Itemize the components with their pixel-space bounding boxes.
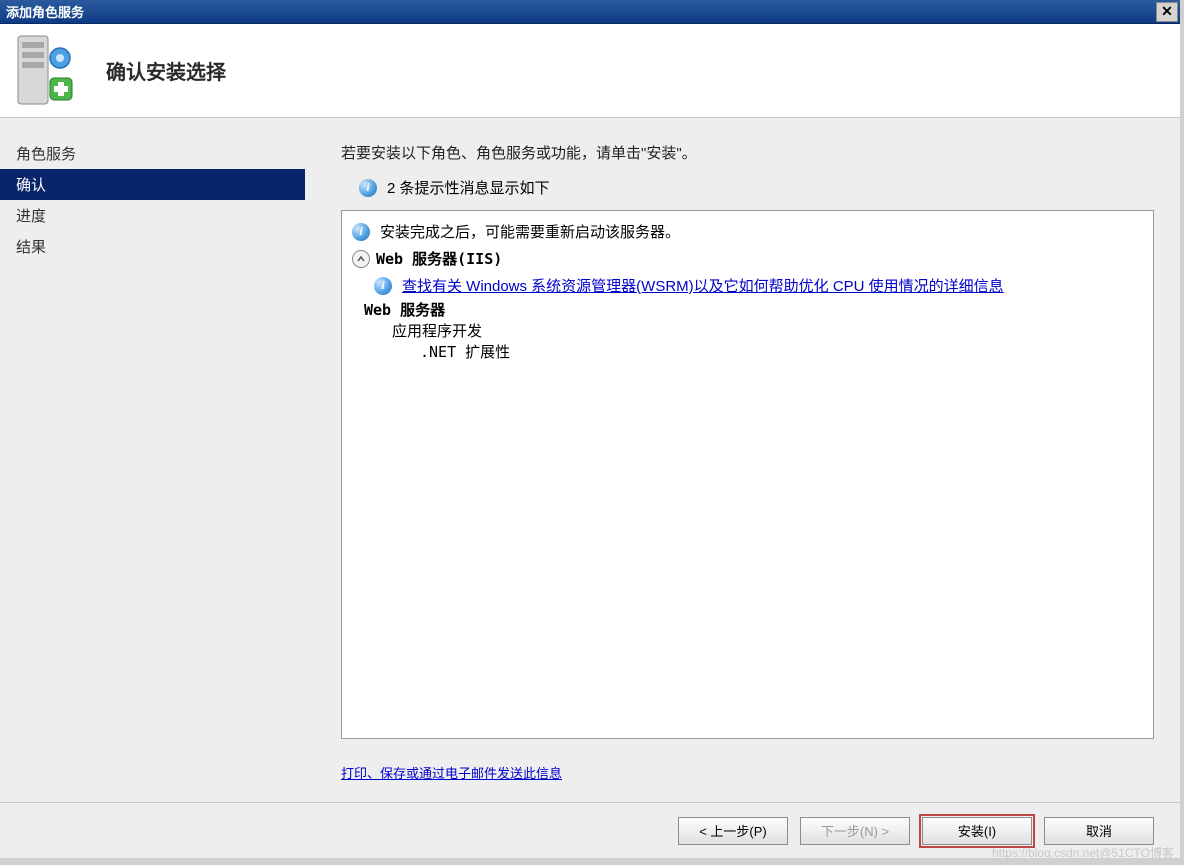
wizard-header: 确认安装选择 bbox=[0, 24, 1180, 118]
next-button: 下一步(N) > bbox=[800, 817, 910, 845]
sidebar-item-results[interactable]: 结果 bbox=[0, 231, 305, 262]
close-button[interactable]: ✕ bbox=[1156, 2, 1178, 22]
title-bar: 添加角色服务 ✕ bbox=[0, 0, 1180, 24]
wsrm-link-line: i 查找有关 Windows 系统资源管理器(WSRM)以及它如何帮助优化 CP… bbox=[374, 273, 1143, 300]
restart-notice-line: i 安装完成之后，可能需要重新启动该服务器。 bbox=[352, 219, 1143, 246]
export-link-row: 打印、保存或通过电子邮件发送此信息 bbox=[341, 763, 1154, 782]
selections-box: i 安装完成之后，可能需要重新启动该服务器。 Web 服务器(IIS) i 查找… bbox=[341, 210, 1154, 739]
sidebar-item-role-services[interactable]: 角色服务 bbox=[0, 138, 305, 169]
instruction-text: 若要安装以下角色、角色服务或功能，请单击"安装"。 bbox=[341, 142, 1154, 163]
info-icon: i bbox=[359, 179, 377, 197]
tree-app-dev: 应用程序开发 bbox=[392, 321, 1143, 342]
sidebar-item-progress[interactable]: 进度 bbox=[0, 200, 305, 231]
close-icon: ✕ bbox=[1161, 3, 1173, 20]
iis-heading-line: Web 服务器(IIS) bbox=[352, 246, 1143, 273]
info-icon: i bbox=[352, 223, 370, 241]
server-role-icon bbox=[12, 34, 76, 108]
export-link[interactable]: 打印、保存或通过电子邮件发送此信息 bbox=[341, 766, 562, 781]
wizard-sidebar: 角色服务 确认 进度 结果 bbox=[0, 118, 305, 802]
tree-web-server: Web 服务器 bbox=[364, 300, 1143, 321]
wizard-dialog: 添加角色服务 ✕ 确认安装选择 角色服务 确认 进度 结果 bbox=[0, 0, 1180, 858]
window-title: 添加角色服务 bbox=[6, 2, 1156, 21]
info-count-line: i 2 条提示性消息显示如下 bbox=[359, 177, 1154, 198]
restart-notice-text: 安装完成之后，可能需要重新启动该服务器。 bbox=[380, 221, 680, 242]
info-icon: i bbox=[374, 277, 392, 295]
main-content: 若要安装以下角色、角色服务或功能，请单击"安装"。 i 2 条提示性消息显示如下… bbox=[305, 118, 1180, 802]
info-count-text: 2 条提示性消息显示如下 bbox=[387, 177, 550, 198]
wizard-footer: < 上一步(P) 下一步(N) > 安装(I) 取消 bbox=[0, 802, 1180, 858]
prev-button[interactable]: < 上一步(P) bbox=[678, 817, 788, 845]
install-button[interactable]: 安装(I) bbox=[922, 817, 1032, 845]
sidebar-item-confirm[interactable]: 确认 bbox=[0, 169, 305, 200]
wizard-body: 角色服务 确认 进度 结果 若要安装以下角色、角色服务或功能，请单击"安装"。 … bbox=[0, 118, 1180, 802]
page-title: 确认安装选择 bbox=[106, 56, 226, 85]
role-tree: Web 服务器 应用程序开发 .NET 扩展性 bbox=[352, 300, 1143, 363]
cancel-button[interactable]: 取消 bbox=[1044, 817, 1154, 845]
wsrm-link[interactable]: 查找有关 Windows 系统资源管理器(WSRM)以及它如何帮助优化 CPU … bbox=[402, 275, 1004, 296]
collapse-icon[interactable] bbox=[352, 250, 370, 268]
iis-heading-text: Web 服务器(IIS) bbox=[376, 248, 502, 269]
tree-net-ext: .NET 扩展性 bbox=[420, 342, 1143, 363]
